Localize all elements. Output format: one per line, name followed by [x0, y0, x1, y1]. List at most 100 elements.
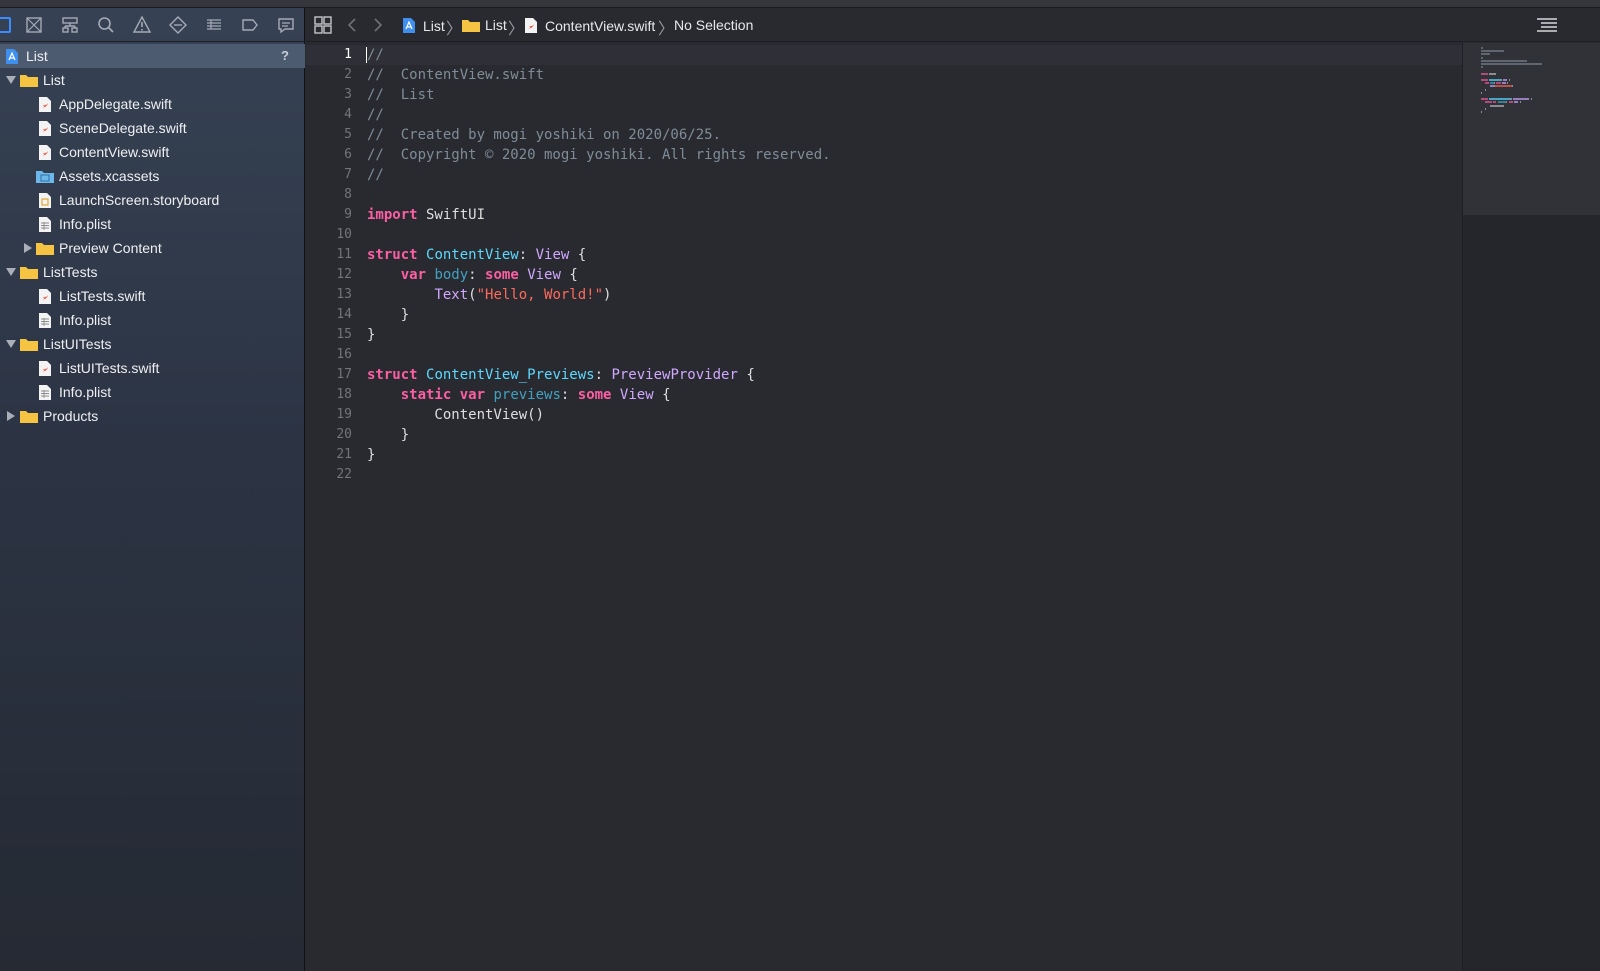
tree-item-label: Info.plist	[59, 312, 112, 328]
code-token: // List	[367, 87, 435, 103]
project-navigator-icon[interactable]	[0, 15, 14, 35]
code-line[interactable]: var body: some View {	[367, 265, 578, 285]
code-token: PreviewProvider	[611, 367, 738, 383]
minimap-token	[1500, 79, 1502, 81]
code-line[interactable]: //	[367, 165, 384, 185]
symbol-navigator-icon[interactable]	[60, 15, 80, 35]
code-token: (	[468, 287, 477, 303]
code-line[interactable]: // List	[367, 85, 434, 105]
file-assets[interactable]: Assets.xcassets	[36, 164, 159, 188]
code-token: :	[560, 387, 578, 403]
code-token: //	[367, 107, 384, 123]
code-line[interactable]: Text("Hello, World!")	[367, 285, 611, 305]
tree-item-label: ListUITests	[43, 336, 112, 352]
code-token: SwiftUI	[417, 207, 486, 223]
source-editor[interactable]: 1 2 3 4 5 6 7 8 9 10 11 12 13 14 15 16 17 18 19 20 21 22 ////…	[306, 43, 1462, 971]
disclosure-open-icon[interactable]	[5, 74, 17, 86]
file-contentview[interactable]: ContentView.swift	[38, 140, 169, 164]
code-token: {	[653, 387, 671, 403]
code-line[interactable]: ContentView()	[367, 405, 544, 425]
code-token: :	[468, 267, 486, 283]
group-listtests[interactable]: ListTests	[0, 260, 97, 284]
back-arrow-icon[interactable]	[346, 17, 358, 38]
code-line[interactable]: // ContentView.swift	[367, 65, 544, 85]
code-token: // Copyright © 2020 mogi yoshiki. All ri…	[367, 147, 831, 163]
swift-file-icon	[39, 120, 51, 136]
help-icon[interactable]: ?	[281, 48, 289, 63]
code-token: {	[737, 367, 755, 383]
minimap-token	[1488, 79, 1501, 81]
breadcrumb-file[interactable]: ContentView.swift	[524, 17, 655, 34]
breadcrumb-selection[interactable]: No Selection	[674, 17, 753, 33]
minimap-token	[1512, 98, 1530, 101]
issue-navigator-icon[interactable]	[132, 15, 152, 35]
code-line[interactable]: }	[367, 305, 409, 325]
file-listtests-swift[interactable]: ListTests.swift	[38, 284, 145, 308]
line-number: 21	[336, 447, 352, 462]
code-line[interactable]: }	[367, 325, 375, 345]
tree-item-label: List	[43, 72, 65, 88]
tree-item-label: ListTests.swift	[59, 288, 146, 304]
project-root-label: List	[26, 48, 48, 64]
related-items-icon[interactable]	[314, 16, 332, 39]
code-line[interactable]: struct ContentView_Previews: PreviewProv…	[367, 365, 755, 385]
minimap-visible-region[interactable]	[1463, 43, 1600, 215]
code-line[interactable]: // Copyright © 2020 mogi yoshiki. All ri…	[367, 145, 831, 165]
disclosure-closed-icon[interactable]	[22, 242, 34, 254]
group-list[interactable]: List	[0, 68, 65, 92]
report-navigator-icon[interactable]	[276, 15, 296, 35]
xcodeproj-icon	[6, 48, 18, 64]
minimap-token	[1481, 56, 1484, 59]
code-token: View	[535, 247, 570, 263]
minimap-token	[1493, 101, 1497, 104]
code-line[interactable]: import SwiftUI	[367, 205, 485, 225]
disclosure-closed-icon[interactable]	[5, 410, 17, 422]
file-info-plist[interactable]: Info.plist	[38, 212, 111, 236]
group-products[interactable]: Products	[0, 404, 98, 428]
test-navigator-icon[interactable]	[168, 15, 188, 35]
minimap-token	[1481, 72, 1488, 75]
disclosure-open-icon[interactable]	[5, 338, 17, 350]
tree-item-label: AppDelegate.swift	[59, 96, 172, 112]
code-token: View	[527, 267, 561, 283]
minimap[interactable]	[1462, 43, 1600, 971]
group-listuitests[interactable]: ListUITests	[0, 332, 111, 356]
project-root-row[interactable]: List ?	[0, 44, 305, 68]
minimap-token	[1485, 88, 1487, 91]
breadcrumb-group[interactable]: List	[462, 17, 507, 33]
group-preview-content[interactable]: Preview Content	[0, 236, 162, 260]
current-line-highlight	[306, 45, 1462, 65]
code-line[interactable]: }	[367, 425, 409, 445]
tree-item-label: Products	[43, 408, 99, 424]
project-navigator: List ? List AppDelegate.swift SceneDeleg…	[0, 8, 305, 971]
breadcrumb-separator-icon: 〉	[446, 21, 463, 38]
code-line[interactable]: struct ContentView: View {	[367, 245, 586, 265]
code-line[interactable]: //	[367, 45, 384, 65]
file-scenedelegate[interactable]: SceneDelegate.swift	[38, 116, 187, 140]
swift-file-icon	[39, 144, 51, 160]
disclosure-open-icon[interactable]	[5, 266, 17, 278]
code-token: }	[367, 307, 410, 323]
code-line[interactable]: // Created by mogi yoshiki on 2020/06/25…	[367, 125, 721, 145]
swift-file-icon	[525, 18, 537, 33]
code-line[interactable]: }	[367, 445, 375, 465]
minimap-token	[1514, 101, 1519, 104]
code-line[interactable]: //	[367, 105, 384, 125]
find-navigator-icon[interactable]	[96, 15, 116, 35]
file-listuitests-plist[interactable]: Info.plist	[38, 380, 111, 404]
file-appdelegate[interactable]: AppDelegate.swift	[38, 92, 172, 116]
file-listuitests-swift[interactable]: ListUITests.swift	[38, 356, 159, 380]
line-number: 18	[336, 387, 352, 402]
breadcrumb-project[interactable]: List	[402, 17, 445, 34]
breakpoint-navigator-icon[interactable]	[240, 15, 260, 35]
editor-options-icon[interactable]	[1536, 17, 1558, 38]
file-listtests-plist[interactable]: Info.plist	[38, 308, 111, 332]
code-line[interactable]: static var previews: some View {	[367, 385, 671, 405]
file-launchscreen[interactable]: LaunchScreen.storyboard	[38, 188, 219, 212]
line-number: 16	[336, 347, 352, 362]
source-control-icon[interactable]	[24, 15, 44, 35]
code-token: ContentView_Previews	[426, 367, 595, 383]
debug-navigator-icon[interactable]	[204, 15, 224, 35]
forward-arrow-icon[interactable]	[372, 17, 384, 38]
